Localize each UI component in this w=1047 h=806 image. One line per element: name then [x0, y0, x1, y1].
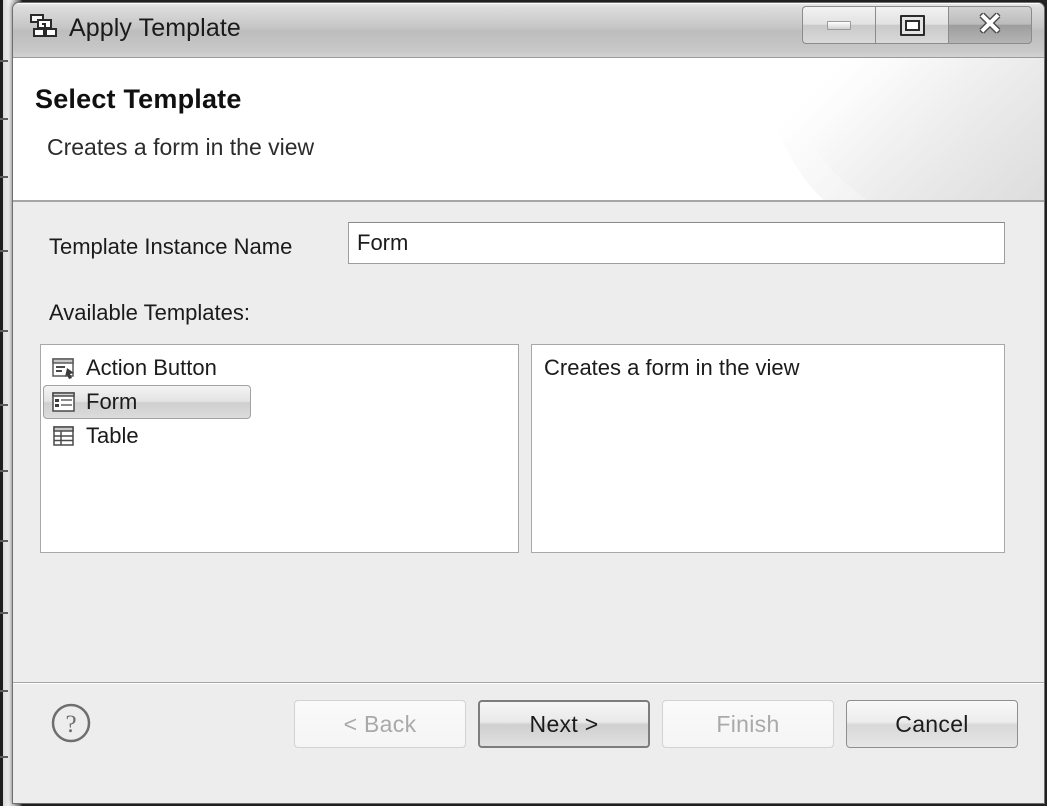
- available-templates-label: Available Templates:: [49, 300, 250, 325]
- table-icon: [52, 425, 76, 447]
- cancel-button[interactable]: Cancel: [846, 700, 1018, 748]
- wizard-footer: ? < Back Next > Finish Cancel: [13, 684, 1044, 803]
- title-bar[interactable]: Apply Template ✕: [13, 3, 1044, 58]
- template-instance-name-input[interactable]: [348, 222, 1005, 264]
- list-item-label: Form: [86, 389, 138, 414]
- action-button-icon: [52, 357, 76, 379]
- help-question-icon[interactable]: ?: [50, 702, 92, 744]
- list-item[interactable]: Form: [43, 385, 251, 419]
- page-title: Select Template: [35, 84, 242, 114]
- next-button[interactable]: Next >: [478, 700, 650, 748]
- maximize-button[interactable]: [875, 6, 948, 44]
- close-button[interactable]: ✕: [948, 6, 1032, 44]
- minimize-icon: [827, 20, 851, 30]
- window-controls: ✕: [802, 6, 1032, 44]
- window-title: Apply Template: [69, 14, 241, 42]
- apply-template-icon: [29, 13, 61, 43]
- header-decoration: [764, 58, 1044, 200]
- background-window-lines: [0, 0, 8, 806]
- finish-button[interactable]: Finish: [662, 700, 834, 748]
- minimize-button[interactable]: [802, 6, 875, 44]
- available-templates-list[interactable]: Action Button Form Table: [40, 344, 519, 553]
- list-item[interactable]: Action Button: [43, 351, 516, 385]
- list-item-label: Table: [86, 423, 139, 448]
- wizard-body: Template Instance Name Available Templat…: [13, 202, 1044, 684]
- page-subtitle: Creates a form in the view: [47, 134, 315, 160]
- form-icon: [52, 391, 76, 413]
- template-description-panel: Creates a form in the view: [531, 344, 1005, 553]
- svg-text:?: ?: [65, 711, 76, 738]
- maximize-icon: [899, 14, 925, 36]
- list-item-label: Action Button: [86, 355, 217, 380]
- close-icon: ✕: [977, 8, 1003, 41]
- back-button[interactable]: < Back: [294, 700, 466, 748]
- template-description-text: Creates a form in the view: [544, 355, 800, 380]
- apply-template-dialog: Apply Template ✕ Select Template Creates…: [12, 2, 1045, 804]
- wizard-buttons: < Back Next > Finish Cancel: [294, 700, 1018, 748]
- list-item[interactable]: Table: [43, 419, 516, 453]
- instance-name-label: Template Instance Name: [49, 234, 293, 259]
- wizard-header: Select Template Creates a form in the vi…: [13, 58, 1044, 202]
